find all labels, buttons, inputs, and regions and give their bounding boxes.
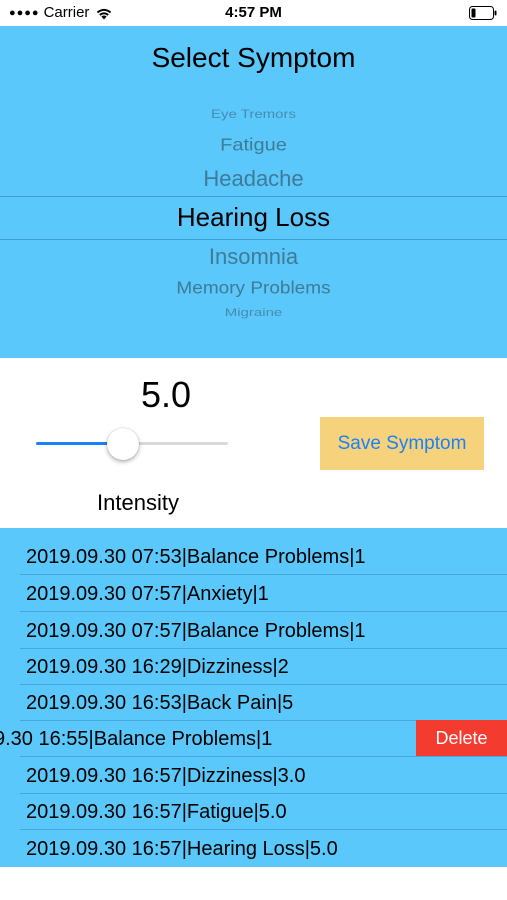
log-row[interactable]: 2019.09.30 07:53|Balance Problems|1 bbox=[0, 538, 507, 575]
intensity-slider[interactable] bbox=[36, 428, 228, 460]
intensity-label: Intensity bbox=[97, 490, 179, 515]
picker-item[interactable]: Eye Tremors bbox=[0, 108, 507, 122]
status-time: 4:57 PM bbox=[225, 4, 282, 21]
log-row[interactable]: 2019.09.30 16:29|Dizziness|2 bbox=[0, 648, 507, 685]
picker-title: Select Symptom bbox=[151, 42, 356, 73]
log-row[interactable]: 2019.09.30 16:57|Dizziness|3.0 bbox=[0, 757, 507, 794]
log-row[interactable]: 2019.09.30 07:57|Balance Problems|1 bbox=[0, 612, 507, 649]
picker-item-selected[interactable]: Hearing Loss bbox=[0, 202, 507, 233]
bottom-area bbox=[0, 867, 507, 900]
log-entry-text: 2019.09.30 07:53|Balance Problems|1 bbox=[26, 546, 366, 568]
log-row[interactable]: 2019.09.30 16:53|Back Pain|5 bbox=[0, 684, 507, 721]
log-entry-text: 9.30 16:55|Balance Problems|1 bbox=[0, 728, 273, 750]
log-entry-text: 2019.09.30 07:57|Anxiety|1 bbox=[26, 583, 269, 605]
log-entry-text: 2019.09.30 16:57|Fatigue|5.0 bbox=[26, 801, 287, 823]
symptom-picker-wheel[interactable]: Eye Tremors Fatigue Headache Hearing Los… bbox=[0, 100, 507, 330]
picker-item[interactable]: Insomnia bbox=[0, 244, 507, 270]
status-bar: ●●●● Carrier 4:57 PM bbox=[0, 0, 507, 26]
log-row-swiped[interactable]: 9.30 16:55|Balance Problems|1 Delete bbox=[0, 720, 507, 757]
slider-thumb[interactable] bbox=[107, 428, 139, 460]
picker-selection-line-bottom bbox=[0, 239, 507, 240]
log-entry-text: 2019.09.30 16:53|Back Pain|5 bbox=[26, 692, 294, 714]
picker-item[interactable]: Migraine bbox=[0, 306, 507, 319]
symptom-picker-panel: Select Symptom Eye Tremors Fatigue Heada… bbox=[0, 26, 507, 358]
intensity-value: 5.0 bbox=[140, 374, 192, 415]
log-entry-text: 2019.09.30 07:57|Balance Problems|1 bbox=[26, 620, 366, 642]
save-symptom-button[interactable]: Save Symptom bbox=[320, 417, 484, 470]
picker-item[interactable]: Memory Problems bbox=[0, 279, 507, 299]
slider-fill bbox=[36, 442, 116, 445]
log-entry-text: 2019.09.30 16:29|Dizziness|2 bbox=[26, 656, 289, 678]
battery-low-icon bbox=[469, 6, 497, 20]
picker-selection-line-top bbox=[0, 196, 507, 197]
delete-button[interactable]: Delete bbox=[416, 720, 507, 757]
log-entry-text: 2019.09.30 16:57|Hearing Loss|5.0 bbox=[26, 838, 338, 860]
picker-item[interactable]: Headache bbox=[0, 166, 507, 192]
symptom-log-list[interactable]: 2019.09.30 07:53|Balance Problems|1 2019… bbox=[0, 528, 507, 867]
log-entry-text: 2019.09.30 16:57|Dizziness|3.0 bbox=[26, 765, 306, 787]
log-row[interactable]: 2019.09.30 16:57|Hearing Loss|5.0 bbox=[0, 830, 507, 867]
picker-item[interactable]: Fatigue bbox=[0, 135, 507, 156]
log-row[interactable]: 2019.09.30 07:57|Anxiety|1 bbox=[0, 575, 507, 612]
log-row[interactable]: 2019.09.30 16:57|Fatigue|5.0 bbox=[0, 793, 507, 830]
controls-area: 5.0 Intensity Save Symptom bbox=[0, 358, 507, 528]
